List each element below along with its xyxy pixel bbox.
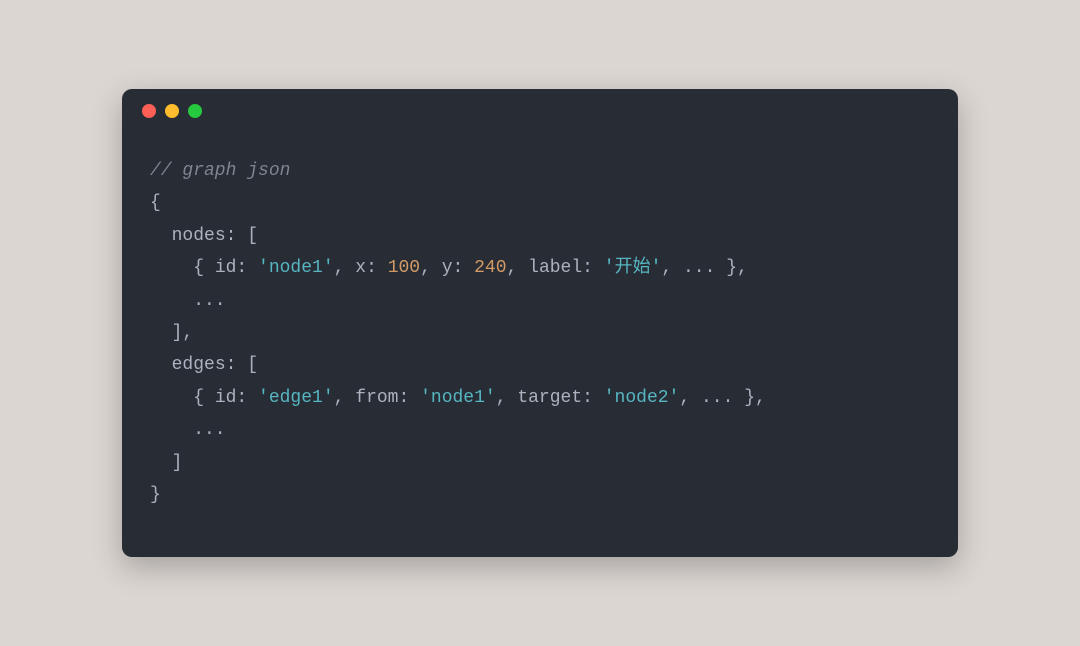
code-comment: // graph json bbox=[150, 161, 290, 181]
nodes-ellipsis: ... bbox=[150, 291, 226, 311]
minimize-icon[interactable] bbox=[165, 104, 179, 118]
brace-open: { bbox=[150, 193, 161, 213]
code-window: // graph json { nodes: [ { id: 'node1', … bbox=[122, 89, 958, 557]
edge-id-value: 'edge1' bbox=[258, 388, 334, 408]
window-titlebar bbox=[122, 89, 958, 133]
edges-key: edges bbox=[172, 355, 226, 375]
node-y-value: 240 bbox=[474, 258, 506, 278]
maximize-icon[interactable] bbox=[188, 104, 202, 118]
node-id-value: 'node1' bbox=[258, 258, 334, 278]
node-label-value: '开始' bbox=[604, 258, 662, 278]
close-icon[interactable] bbox=[142, 104, 156, 118]
edge-target-value: 'node2' bbox=[604, 388, 680, 408]
node-x-value: 100 bbox=[388, 258, 420, 278]
edges-ellipsis: ... bbox=[150, 420, 226, 440]
brace-close: } bbox=[150, 485, 161, 505]
edge-from-value: 'node1' bbox=[420, 388, 496, 408]
nodes-key: nodes bbox=[172, 226, 226, 246]
code-block: // graph json { nodes: [ { id: 'node1', … bbox=[122, 133, 958, 533]
